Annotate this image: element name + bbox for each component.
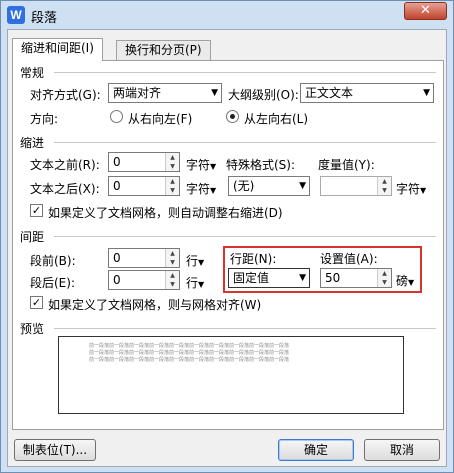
special-format-select[interactable]: (无) ▼ <box>228 176 310 196</box>
spacing-grid-checkbox[interactable]: ✓ <box>30 296 43 309</box>
checkmark-icon: ✓ <box>31 204 42 217</box>
outline-level-value: 正文文本 <box>305 86 354 100</box>
special-format-value: (无) <box>233 179 255 193</box>
chevron-down-icon: ▼ <box>423 88 430 98</box>
space-before-label: 段前(B): <box>30 254 76 268</box>
direction-label: 方向: <box>30 112 59 126</box>
indent-grid-label[interactable]: 如果定义了文档网格，则自动调整右缩进(D) <box>48 204 283 221</box>
tab-line-page-breaks[interactable]: 换行和分页(P) <box>116 40 211 61</box>
spinner-arrows-icon[interactable]: ▲ ▼ <box>165 153 179 171</box>
cancel-button[interactable]: 取消 <box>364 439 440 461</box>
preview-divider <box>54 328 436 329</box>
outline-level-select[interactable]: 正文文本 ▼ <box>300 83 434 103</box>
preview-section-title: 预览 <box>20 322 45 336</box>
tab-stops-button[interactable]: 制表位(T)... <box>14 439 96 461</box>
spinner-arrows-icon[interactable]: ▲ ▼ <box>377 177 391 195</box>
ok-button[interactable]: 确定 <box>278 439 354 461</box>
line-spacing-select[interactable]: 固定值 ▼ <box>228 268 310 288</box>
dialog-body: 缩进和间距(I) 换行和分页(P) 常规 对齐方式(G): 两端对齐 ▼ 大纲级… <box>7 29 447 467</box>
space-before-input[interactable]: 0 ▲ ▼ <box>108 248 180 268</box>
dialog-title: 段落 <box>31 11 58 26</box>
caret-down-icon: ▼ <box>420 186 427 195</box>
spinner-arrows-icon[interactable]: ▲ ▼ <box>165 177 179 195</box>
indent-divider <box>54 142 436 143</box>
alignment-select[interactable]: 两端对齐 ▼ <box>108 83 222 103</box>
tab-indent-spacing[interactable]: 缩进和间距(I) <box>12 38 103 61</box>
general-section-title: 常规 <box>20 66 45 80</box>
line-spacing-value: 固定值 <box>233 271 270 285</box>
rtl-radio[interactable] <box>110 110 123 123</box>
indent-section-title: 缩进 <box>20 136 45 150</box>
setting-value-unit[interactable]: 磅▼ <box>396 272 414 289</box>
preview-text-line: 前一段落前一段落前一段落前一段落前一段落前一段落前一段落前一段落前一段落前一段落 <box>89 350 290 356</box>
spacing-divider <box>54 236 436 237</box>
ltr-radio[interactable] <box>226 110 239 123</box>
space-after-value: 0 <box>113 273 121 287</box>
setting-value-input[interactable]: 50 ▲ ▼ <box>320 268 392 288</box>
title-bar[interactable]: W 段落 ✕ <box>1 1 453 29</box>
chevron-down-icon: ▼ <box>299 273 306 283</box>
chevron-down-icon: ▼ <box>211 88 218 98</box>
setting-value-label: 设置值(A): <box>320 252 378 266</box>
ltr-label[interactable]: 从左向右(L) <box>244 110 308 127</box>
measure-unit[interactable]: 字符▼ <box>396 180 426 197</box>
spinner-arrows-icon[interactable]: ▲ ▼ <box>165 249 179 267</box>
space-before-value: 0 <box>113 251 121 265</box>
alignment-value: 两端对齐 <box>113 86 162 100</box>
close-button[interactable]: ✕ <box>404 2 447 20</box>
indent-after-label: 文本之后(X): <box>30 182 100 196</box>
spacing-section-title: 间距 <box>20 230 45 244</box>
indent-before-input[interactable]: 0 ▲ ▼ <box>108 152 180 172</box>
measure-label: 度量值(Y): <box>318 158 375 172</box>
close-icon: ✕ <box>420 3 431 18</box>
caret-down-icon: ▼ <box>210 186 217 195</box>
indent-grid-checkbox[interactable]: ✓ <box>30 204 43 217</box>
setting-value-value: 50 <box>325 271 341 285</box>
caret-down-icon: ▼ <box>198 280 205 289</box>
space-after-input[interactable]: 0 ▲ ▼ <box>108 270 180 290</box>
indent-before-unit[interactable]: 字符▼ <box>186 156 216 173</box>
chevron-down-icon: ▼ <box>299 181 306 191</box>
outline-level-label: 大纲级别(O): <box>228 88 299 102</box>
caret-down-icon: ▼ <box>408 278 415 287</box>
measure-input[interactable]: ▲ ▼ <box>320 176 392 196</box>
spinner-arrows-icon[interactable]: ▲ ▼ <box>377 269 391 287</box>
checkmark-icon: ✓ <box>31 296 42 309</box>
indent-before-value: 0 <box>113 155 121 169</box>
special-format-label: 特殊格式(S): <box>226 158 296 172</box>
indent-before-label: 文本之前(R): <box>30 158 100 172</box>
spinner-arrows-icon[interactable]: ▲ ▼ <box>165 271 179 289</box>
spacing-grid-label[interactable]: 如果定义了文档网格，则与网格对齐(W) <box>48 296 261 313</box>
rtl-label[interactable]: 从右向左(F) <box>128 110 192 127</box>
paragraph-dialog: W 段落 ✕ 缩进和间距(I) 换行和分页(P) 常规 对齐方式(G): 两端对… <box>0 0 454 473</box>
space-before-unit[interactable]: 行▼ <box>186 252 204 269</box>
preview-text-line: 前一段落前一段落前一段落前一段落前一段落前一段落前一段落前一段落前一段落前一段落 <box>89 343 290 349</box>
alignment-label: 对齐方式(G): <box>30 88 101 102</box>
wps-writer-icon: W <box>7 6 25 24</box>
preview-text-line: 前一段落前一段落前一段落前一段落前一段落前一段落前一段落前一段落前一段落前一段落 <box>89 357 290 363</box>
general-divider <box>54 72 436 73</box>
indent-after-input[interactable]: 0 ▲ ▼ <box>108 176 180 196</box>
line-spacing-label: 行距(N): <box>230 252 277 266</box>
caret-down-icon: ▼ <box>210 162 217 171</box>
indent-after-unit[interactable]: 字符▼ <box>186 180 216 197</box>
caret-down-icon: ▼ <box>198 258 205 267</box>
space-after-label: 段后(E): <box>30 276 75 290</box>
preview-box: 前一段落前一段落前一段落前一段落前一段落前一段落前一段落前一段落前一段落前一段落… <box>58 336 404 414</box>
space-after-unit[interactable]: 行▼ <box>186 274 204 291</box>
indent-after-value: 0 <box>113 179 121 193</box>
